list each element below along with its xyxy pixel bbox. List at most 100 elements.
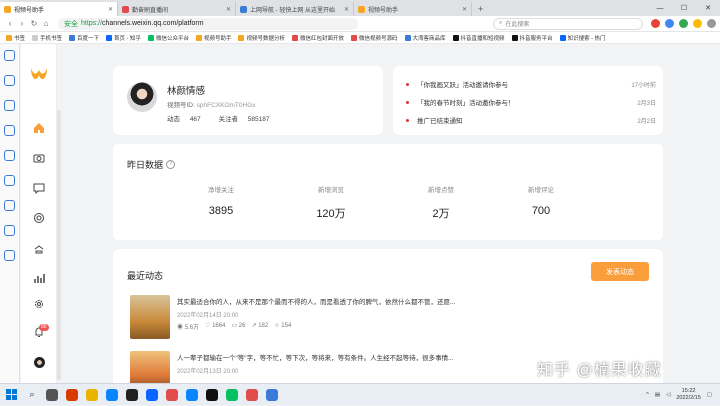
nav-gifts[interactable] [21, 238, 57, 258]
sidebar-tool-icon[interactable] [4, 200, 15, 211]
sidebar-tool-icon[interactable] [4, 225, 15, 236]
bookmark-item[interactable]: 知识搜索 - 热门 [559, 34, 605, 42]
site-icon [238, 34, 245, 41]
close-window-icon[interactable]: ✕ [696, 0, 720, 16]
eye-icon: ◉ [177, 325, 184, 331]
stat-label: 新增浏览 [318, 187, 344, 194]
close-icon[interactable]: ✕ [462, 6, 467, 13]
bookmark-item[interactable]: 抖音服务平台 [511, 34, 553, 42]
sidebar-tool-icon[interactable] [4, 150, 15, 161]
extension-icon[interactable] [693, 19, 702, 28]
minimize-icon[interactable]: — [648, 0, 672, 16]
address-bar: ‹ › ↻ ⌂ 安全 https:// channels.weixin.qq.c… [0, 16, 720, 32]
bookmark-item[interactable]: 视频号助手 [195, 34, 231, 42]
clock[interactable]: 15:22 2022/2/15 [676, 388, 700, 402]
app-icon[interactable] [146, 388, 158, 401]
scrollbar[interactable] [57, 110, 61, 380]
sidebar-tool-icon[interactable] [4, 175, 15, 186]
volume-icon[interactable]: ◁ [666, 392, 670, 398]
menu-icon[interactable] [707, 19, 716, 28]
nav-settings[interactable] [21, 294, 57, 314]
extension-icon[interactable] [679, 19, 688, 28]
search-icon[interactable]: ⌕ [22, 384, 42, 406]
nav-live[interactable] [21, 208, 57, 228]
bookmark-item[interactable]: 抖音直播和短视频 [452, 34, 505, 42]
back-icon[interactable]: ‹ [4, 19, 16, 28]
favs-value: 154 [281, 323, 292, 329]
close-icon[interactable]: ✕ [108, 6, 113, 13]
new-tab-button[interactable]: + [472, 2, 489, 16]
close-icon[interactable]: ✕ [344, 6, 349, 13]
notice-item[interactable]: 「我的春节时刻」活动邀你参与！ 2月3日 [406, 97, 656, 107]
watermark: 知乎 @楠果收藏 [537, 362, 662, 379]
nav-messages[interactable] [21, 178, 57, 198]
url-input[interactable]: 安全 https:// channels.weixin.qq.com/platf… [58, 17, 358, 30]
bookmark-item[interactable]: 微信公众平台 [147, 34, 189, 42]
nav-data[interactable] [21, 268, 57, 288]
profile-id-label: 视频号ID: [167, 102, 195, 109]
folder-icon[interactable] [86, 388, 98, 401]
views-stat: ◉ 5.6万 [177, 322, 199, 331]
forward-icon[interactable]: › [16, 19, 28, 28]
likes-stat: ♡ 1664 [205, 322, 225, 331]
browser-search-input[interactable]: ⌕ 在此搜索 [493, 17, 643, 30]
office-icon[interactable] [66, 388, 78, 401]
sidebar-tool-icon[interactable] [4, 250, 15, 261]
extension-icon[interactable] [665, 19, 674, 28]
bookmark-item[interactable]: 大湾客商品库 [404, 34, 446, 42]
home-browser-icon[interactable]: ⌂ [40, 19, 52, 28]
camera-icon [33, 154, 45, 163]
maximize-icon[interactable]: ☐ [672, 0, 696, 16]
notice-item[interactable]: 「你我画又跃」活动邀请你参与 17小时前 [406, 79, 656, 89]
publish-post-button[interactable]: 发表动态 [591, 262, 649, 281]
app-icon[interactable] [206, 388, 218, 401]
profile-id-value: sphFCXKOmT0HGx [196, 102, 256, 109]
nav-home[interactable] [21, 118, 57, 138]
sidebar-tool-icon[interactable] [4, 125, 15, 136]
task-view-icon[interactable] [46, 388, 58, 401]
bookmark-item[interactable]: 微信视频号源码 [351, 34, 398, 42]
fav-icon: ☆ [274, 323, 280, 329]
nav-content[interactable] [21, 148, 57, 168]
bookmark-item[interactable]: 百度一下 [69, 34, 99, 42]
stat-comments: 新增评论 700 [491, 184, 591, 217]
app-icon[interactable] [166, 388, 178, 401]
bookmark-item[interactable]: 首页 - 知乎 [106, 34, 141, 42]
browser-tab-1[interactable]: 视频号助手 ✕ [0, 2, 118, 16]
start-button[interactable] [0, 384, 22, 406]
browser-tab-2[interactable]: 勤奋刷直播间 ✕ [118, 2, 236, 16]
extension-icon[interactable] [651, 19, 660, 28]
wechat-icon[interactable] [226, 388, 238, 401]
bookmark-item[interactable]: 书签 [6, 34, 25, 42]
bookmark-item[interactable]: 微信红包封面开放 [291, 34, 344, 42]
bookmark-item[interactable]: 手机书签 [32, 34, 62, 42]
app-icon[interactable] [186, 388, 198, 401]
taskbar-apps [46, 388, 278, 401]
app-icon[interactable] [246, 388, 258, 401]
browser-tab-3[interactable]: 上网导航 - 轻快上网 从这里开始 ✕ [236, 2, 354, 16]
heart-icon: ♡ [205, 323, 211, 329]
sidebar-tool-icon[interactable] [4, 75, 15, 86]
app-icon[interactable] [266, 388, 278, 401]
list-item[interactable]: 其实最适合你的人，从来不是那个最而不得的人，而是看透了你的脾气，依然什么都不管，… [130, 295, 630, 339]
browser-app-icon[interactable] [106, 388, 118, 401]
notification-center-icon[interactable]: ▢ [707, 392, 712, 398]
post-text: 其实最适合你的人，从来不是那个最而不得的人，而是看透了你的脾气，依然什么都不管，… [177, 299, 456, 306]
chevron-up-icon[interactable]: ^ [646, 392, 649, 398]
nav-account[interactable] [21, 352, 57, 372]
sidebar-tool-icon[interactable] [4, 100, 15, 111]
followers-value: 585187 [247, 116, 270, 123]
bookmark-item[interactable]: 视频号数据分析 [238, 34, 285, 42]
reload-icon[interactable]: ↻ [28, 19, 40, 28]
qq-icon[interactable] [126, 388, 138, 401]
notice-item[interactable]: 推广已结束通知 2月2日 [406, 115, 656, 125]
close-icon[interactable]: ✕ [226, 6, 231, 13]
browser-tab-4[interactable]: 视频号助手 ✕ [354, 2, 472, 16]
help-icon[interactable]: ? [166, 160, 176, 169]
network-icon[interactable]: ▤ [655, 392, 660, 398]
avatar[interactable] [127, 82, 157, 112]
post-thumbnail[interactable] [130, 295, 170, 339]
site-icon [106, 34, 113, 41]
stat-views: 新增浏览 120万 [281, 184, 381, 221]
sidebar-tool-icon[interactable] [4, 50, 15, 61]
